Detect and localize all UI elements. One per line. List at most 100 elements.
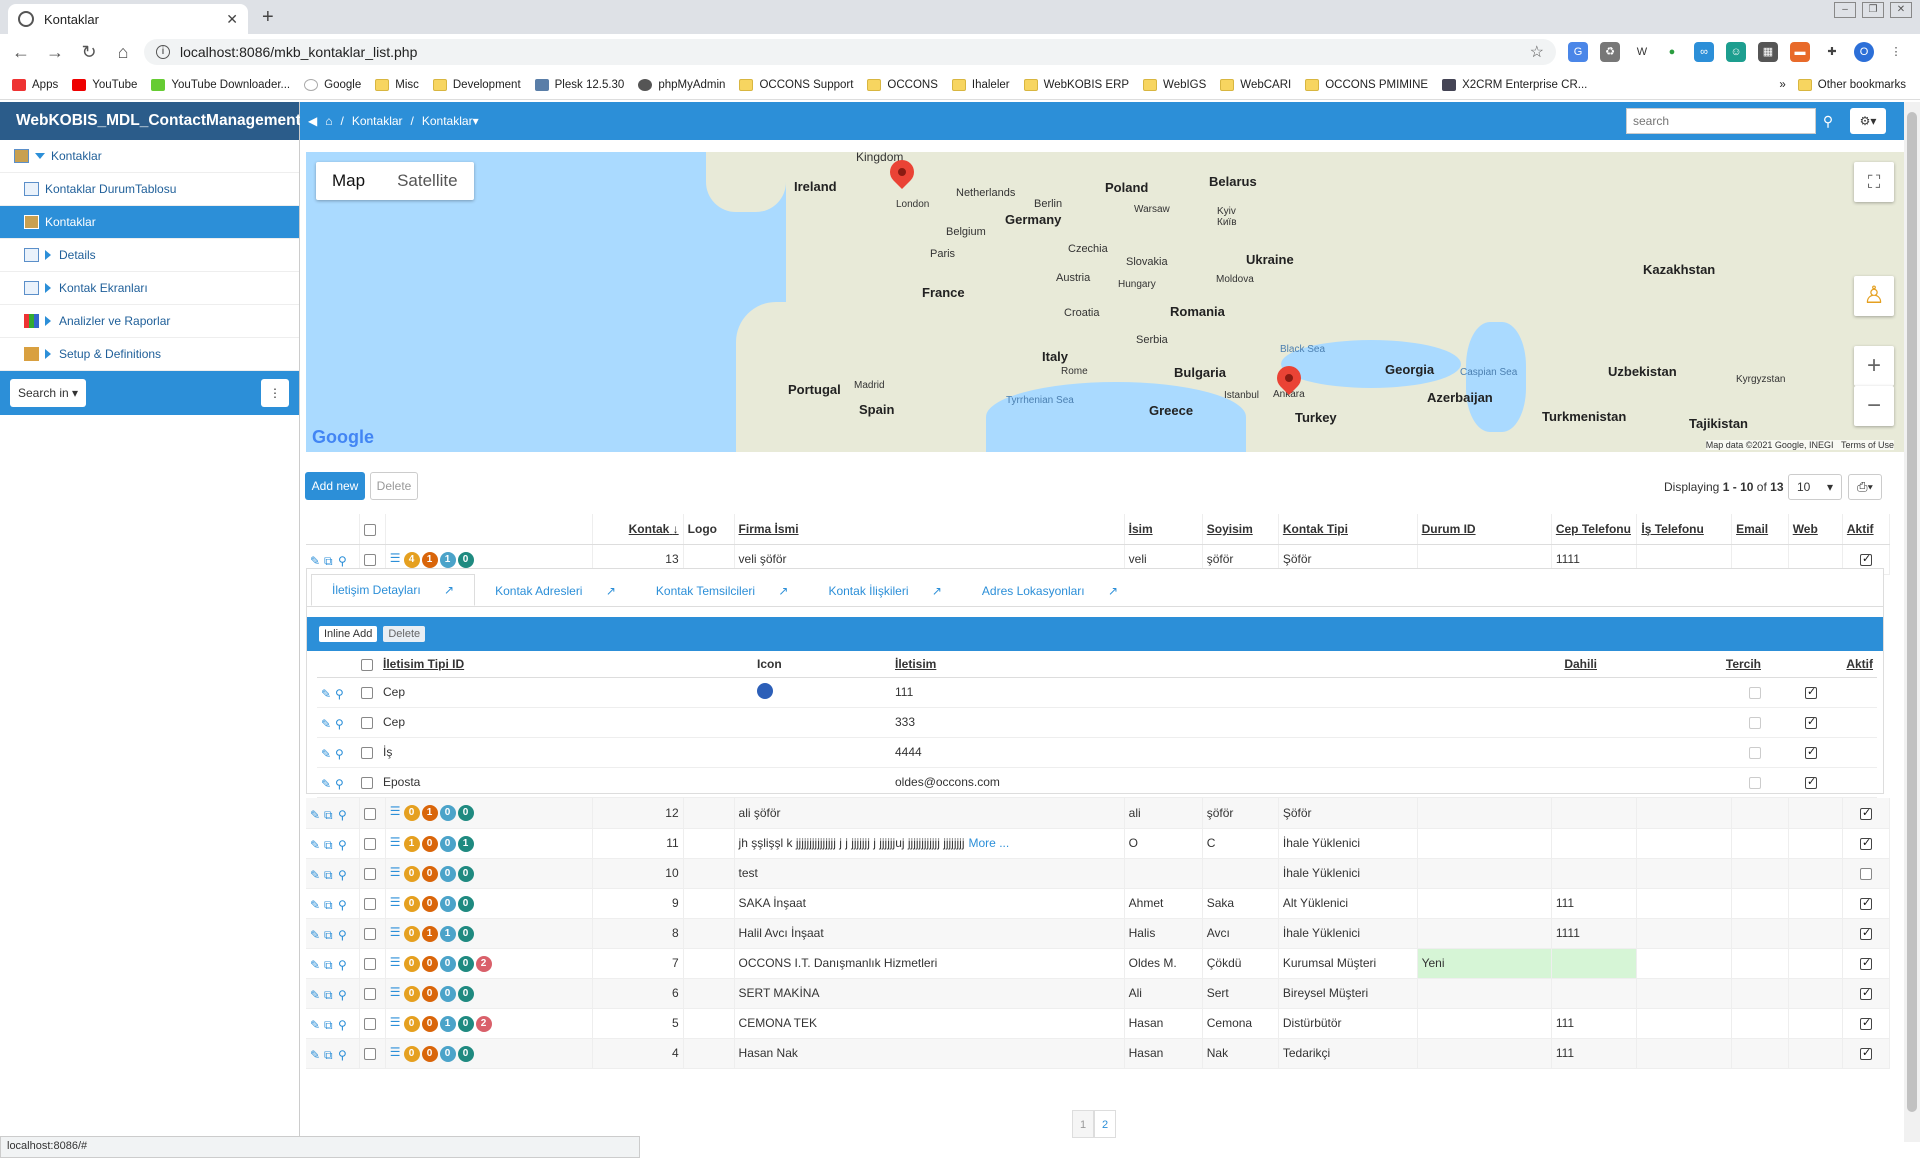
count-badge[interactable]: 0 [457,551,474,568]
count-badge[interactable]: 0 [403,895,420,912]
header-tercih[interactable]: Tercih [1601,651,1765,678]
count-badge[interactable]: 0 [457,985,474,1002]
tercih-checkbox[interactable] [1749,776,1761,789]
row-checkbox[interactable] [364,807,377,820]
extension-w-icon[interactable]: W [1632,42,1652,62]
bookmark-phpmyadmin[interactable]: phpMyAdmin [638,78,725,91]
details-list-icon[interactable]: ☰ [390,835,401,849]
edit-icon[interactable]: ✎ [310,1018,321,1032]
row-checkbox[interactable] [364,987,377,1000]
details-list-icon[interactable]: ☰ [390,1045,401,1059]
sidebar-item-kontaklar[interactable]: Kontaklar [0,206,299,239]
aktif-checkbox[interactable] [1859,552,1872,566]
copy-icon[interactable]: ⧉ [324,988,335,1002]
pegman-icon[interactable]: ♙ [1854,276,1894,316]
bookmark-youtube-downloader[interactable]: YouTube Downloader... [151,78,290,91]
zoom-in-button[interactable]: + [1854,346,1894,386]
extension-icon[interactable]: ▦ [1758,42,1778,62]
back-caret-icon[interactable]: ◀ [308,114,317,128]
restore-icon[interactable]: ❐ [1862,2,1884,18]
row-checkbox[interactable] [364,957,377,970]
count-badge[interactable]: 0 [457,955,474,972]
sidebar-item-kontaklar-root[interactable]: Kontaklar [0,140,299,173]
forward-icon[interactable]: → [42,42,68,63]
aktif-checkbox[interactable] [1859,926,1872,940]
edit-icon[interactable]: ✎ [310,554,321,568]
count-badge[interactable]: 0 [439,865,456,882]
count-badge[interactable]: 0 [457,1015,474,1032]
aktif-checkbox[interactable] [1859,867,1872,880]
bookmark-development[interactable]: Development [432,78,521,91]
aktif-checkbox[interactable] [1805,775,1817,789]
info-icon[interactable]: i [156,45,170,59]
edit-icon[interactable]: ✎ [321,777,332,791]
more-link[interactable]: More ... [969,836,1010,850]
table-row[interactable]: ✎ ⧉ ⚲ ☰ 1 0 0 1 11 jh şşlişşl k jjjjjjjjjjjjjjj j… [306,828,1891,859]
add-new-button[interactable]: Add new [305,472,365,500]
row-checkbox[interactable] [361,686,373,699]
row-checkbox[interactable] [364,867,377,880]
edit-icon[interactable]: ✎ [310,958,321,972]
tab-iletisim-detaylari[interactable]: İletişim Detayları ↗ [311,574,476,606]
view-icon[interactable]: ⚲ [338,958,349,972]
header-iletisim-tipi-id[interactable]: İletisim Tipi ID [379,651,753,678]
bookmark-occons[interactable]: OCCONS [867,78,938,91]
header-web[interactable]: Web [1788,514,1843,545]
view-icon[interactable]: ⚲ [338,928,349,942]
details-list-icon[interactable]: ☰ [390,865,401,879]
bookmark-occons-pmimine[interactable]: OCCONS PMIMINE [1305,78,1428,91]
count-badge[interactable]: 0 [421,835,438,852]
minimize-icon[interactable]: – [1834,2,1856,18]
sidebar-item-kontak-ekranlari[interactable]: Kontak Ekranları [0,272,299,305]
table-row[interactable]: ✎ ⧉ ⚲ ☰ 0 0 0 0 9 SAKA İnşaat Ahmet Saka Alt Yükleni… [306,888,1891,919]
view-icon[interactable]: ⚲ [338,1048,349,1062]
more-bookmarks-icon[interactable]: » [1779,79,1785,91]
view-icon[interactable]: ⚲ [335,717,346,731]
edit-icon[interactable]: ✎ [310,808,321,822]
map-type-satellite-button[interactable]: Satellite [381,162,473,200]
select-all-checkbox[interactable] [361,658,373,671]
table-row[interactable]: ✎ ⧉ ⚲ ☰ 0 0 0 0 2 7 OCCONS I.T. Danışmanlık Hizmet… [306,948,1891,979]
count-badge[interactable]: 0 [421,985,438,1002]
back-icon[interactable]: ← [8,42,34,63]
bookmark-misc[interactable]: Misc [375,78,419,91]
count-badge[interactable]: 1 [421,551,438,568]
terms-of-use-link[interactable]: Terms of Use [1841,440,1894,450]
count-badge[interactable]: 2 [475,1015,492,1032]
table-row[interactable]: ✎ ⧉ ⚲ ☰ 0 0 0 0 4 Hasan Nak Hasan Nak Tedarikçi 111 [306,1038,1891,1069]
copy-icon[interactable]: ⧉ [324,898,335,912]
edit-icon[interactable]: ✎ [321,747,332,761]
header-dahili[interactable]: Dahili [1365,651,1601,678]
count-badge[interactable]: 0 [421,955,438,972]
details-list-icon[interactable]: ☰ [390,551,401,565]
header-cep-telefonu[interactable]: Cep Telefonu [1551,514,1638,545]
extension-icon[interactable]: ▬ [1790,42,1810,62]
aktif-checkbox[interactable] [1859,1046,1872,1060]
detail-delete-button[interactable]: Delete [383,626,426,642]
settings-gear-icon[interactable]: ⚙▾ [1850,108,1886,134]
copy-icon[interactable]: ⧉ [324,808,335,822]
bookmark-google[interactable]: Google [304,78,361,91]
page-1[interactable]: 1 [1072,1110,1094,1138]
row-checkbox[interactable] [361,776,373,789]
bookmark-webkobis-erp[interactable]: WebKOBIS ERP [1023,78,1129,91]
aktif-checkbox[interactable] [1859,1016,1872,1030]
profile-avatar[interactable]: O [1854,42,1874,62]
row-checkbox[interactable] [361,716,373,729]
aktif-checkbox[interactable] [1805,715,1817,729]
sidebar-item-setup[interactable]: Setup & Definitions [0,338,299,371]
count-badge[interactable]: 0 [439,895,456,912]
extension-icon[interactable]: ☺ [1726,42,1746,62]
table-row[interactable]: ✎ ⧉ ⚲ ☰ 0 1 1 0 8 Halil Avcı İnşaat Halis Avcı İhale… [306,918,1891,949]
details-list-icon[interactable]: ☰ [390,955,401,969]
header-aktif[interactable]: Aktif [1765,651,1877,678]
count-badge[interactable]: 0 [421,865,438,882]
copy-icon[interactable]: ⧉ [324,1048,335,1062]
tercih-checkbox[interactable] [1749,716,1761,729]
sidebar-item-durum-tablosu[interactable]: Kontaklar DurumTablosu [0,173,299,206]
reload-icon[interactable]: ↻ [76,42,102,63]
print-icon[interactable]: ⎙▾ [1848,474,1882,500]
aktif-checkbox[interactable] [1859,806,1872,820]
copy-icon[interactable]: ⧉ [324,868,335,882]
details-list-icon[interactable]: ☰ [390,804,401,818]
